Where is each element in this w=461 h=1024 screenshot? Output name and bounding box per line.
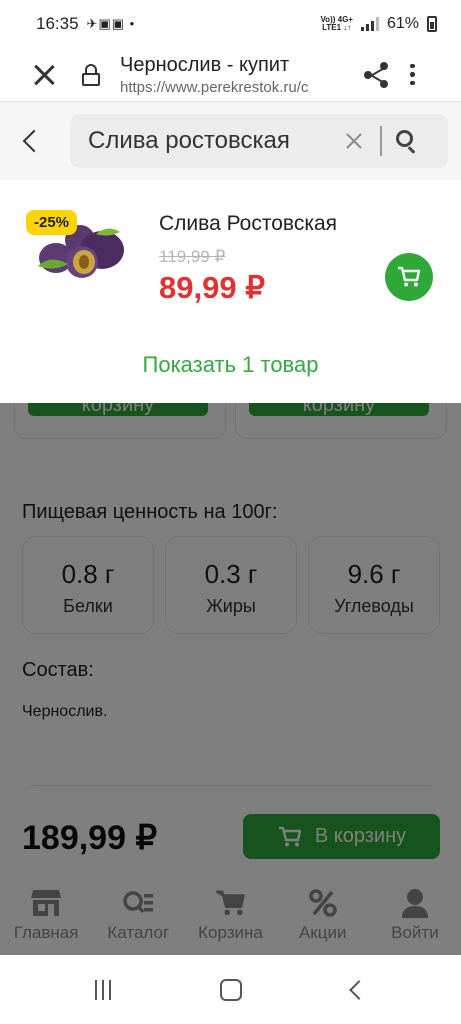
close-icon[interactable] [30,61,58,89]
recents-icon[interactable] [94,979,111,1000]
page-title: Чернослив - купит [120,53,290,76]
clear-icon[interactable] [344,131,364,151]
share-icon[interactable] [364,61,390,88]
search-box [70,114,448,168]
old-price: 119,99 ₽ [159,247,226,266]
battery-percent: 61% [386,15,419,32]
search-suggestions: -25% Слива Ростовская 119,99 ₽ 89,99 ₽ П… [0,180,461,403]
network-indicator: Vo)) 4G+ LTE1 ↓↑ [320,15,353,32]
android-nav-bar [0,955,461,1024]
status-time: 16:35 [36,14,79,33]
browser-toolbar: Чернослив - купит https://www.perekresto… [0,48,461,102]
home-icon[interactable] [220,978,243,1001]
discount-badge: -25% [26,210,78,235]
product-name[interactable]: Слива Ростовская [159,212,337,236]
signal-icon [360,17,379,31]
notification-icons: ✈▣▣ • [86,16,136,31]
search-input[interactable] [88,127,338,155]
search-divider [380,126,382,156]
battery-icon [427,16,437,32]
new-price: 89,99 ₽ [159,270,265,305]
lock-icon[interactable] [82,63,100,86]
back-arrow-icon[interactable] [22,129,46,153]
add-to-cart-button[interactable] [385,253,433,301]
browser-address[interactable]: Чернослив - купит https://www.perekresto… [120,54,342,96]
status-bar: 16:35 ✈▣▣ • Vo)) 4G+ LTE1 ↓↑ 61% [0,0,461,48]
search-icon[interactable] [395,130,418,154]
cart-icon [398,266,421,287]
search-header [0,102,461,180]
modal-overlay[interactable] [0,403,461,875]
tab-bar-overlay [0,875,461,955]
show-results-link[interactable]: Показать 1 товар [0,352,461,378]
page-url: https://www.perekrestok.ru/c [120,78,309,96]
more-menu-icon[interactable] [410,63,416,86]
nav-back-icon[interactable] [349,979,370,1000]
